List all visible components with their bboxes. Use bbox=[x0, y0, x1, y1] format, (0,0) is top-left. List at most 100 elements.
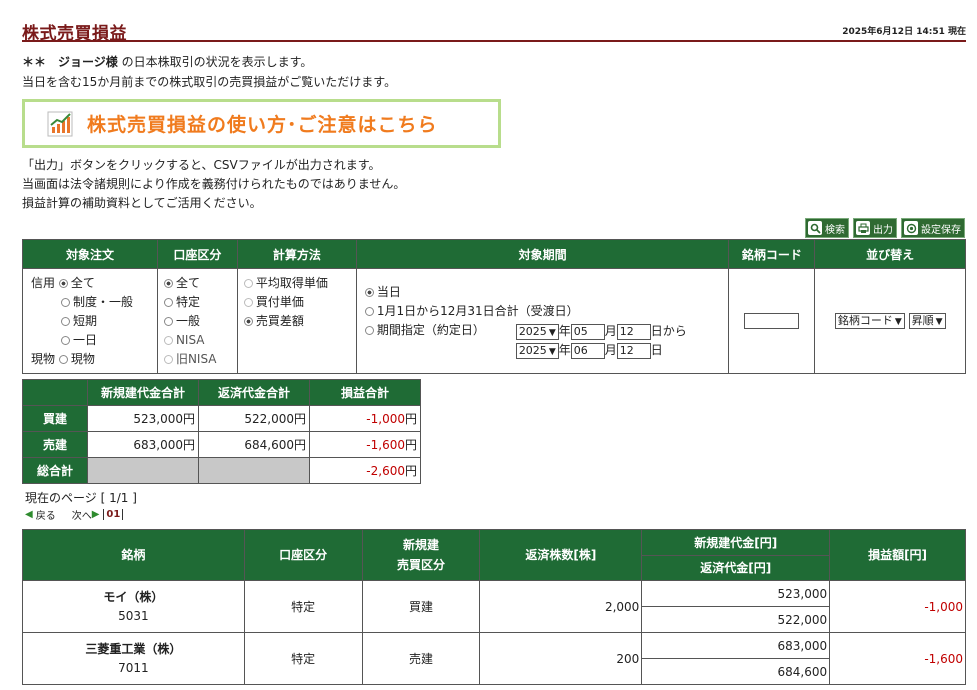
radio-calc-average[interactable] bbox=[243, 279, 253, 288]
stock-code: 7011 bbox=[118, 660, 149, 675]
radio-period-today[interactable] bbox=[364, 288, 374, 297]
search-button-label: 検索 bbox=[825, 224, 845, 236]
radio-order-standard[interactable] bbox=[61, 297, 70, 307]
select-value: 昇順 bbox=[911, 314, 934, 327]
radio-order-all[interactable] bbox=[58, 278, 68, 288]
from-year-select[interactable]: 2025 ▼ bbox=[515, 323, 559, 340]
calc-options: 平均取得単価 買付単価 売買差額 bbox=[236, 268, 357, 374]
repay-amount-cell: 684,600 bbox=[641, 658, 831, 685]
summary-row: 総合計 -2,600円 bbox=[22, 457, 421, 484]
credit-label: 信用 bbox=[31, 275, 56, 290]
radio-account-nisa[interactable] bbox=[163, 335, 173, 345]
chevron-down-icon: ▼ bbox=[548, 346, 556, 357]
help-banner-text: 株式売買損益の使い方･ご注意はこちら bbox=[87, 114, 438, 136]
radio-account-specific[interactable] bbox=[163, 297, 173, 307]
radio-account-general[interactable] bbox=[163, 316, 173, 326]
summary-new-total: 683,000円 bbox=[87, 431, 199, 458]
code-cell bbox=[728, 268, 816, 374]
col-account: 口座区分 bbox=[156, 239, 238, 269]
radio-period-range[interactable] bbox=[364, 326, 374, 335]
radio-account-old-nisa[interactable] bbox=[163, 354, 173, 364]
repay-amount-cell: 522,000 bbox=[641, 606, 831, 633]
to-month-input[interactable]: 06 bbox=[570, 342, 605, 359]
header-line: 新規建 bbox=[403, 538, 440, 552]
radio-calc-purchase[interactable] bbox=[243, 298, 253, 307]
output-button[interactable]: 出力 bbox=[853, 218, 897, 238]
stock-code: 5031 bbox=[118, 608, 149, 623]
radio-label: 一日 bbox=[73, 332, 98, 347]
next-arrow-icon: ▶ bbox=[91, 509, 100, 520]
radio-order-short[interactable] bbox=[61, 316, 70, 326]
summary-new-total: 523,000円 bbox=[87, 405, 199, 432]
radio-label: 当日 bbox=[376, 285, 401, 299]
unit-label: 日 bbox=[650, 343, 663, 357]
radio-account-all[interactable] bbox=[163, 278, 173, 288]
radio-label: 特定 bbox=[175, 294, 200, 309]
notes: 「出力」ボタンをクリックすると、CSVファイルが出力されます。 当画面は法令諸規… bbox=[22, 156, 405, 213]
yen-unit: 円 bbox=[182, 412, 195, 426]
col-calc: 計算方法 bbox=[236, 239, 357, 269]
unit-label: 年 bbox=[558, 343, 571, 357]
note-line: 損益計算の補助資料としてご活用ください。 bbox=[22, 196, 262, 210]
save-settings-button[interactable]: 設定保存 bbox=[901, 218, 965, 238]
to-year-select[interactable]: 2025 ▼ bbox=[515, 342, 559, 359]
search-button[interactable]: 検索 bbox=[805, 218, 849, 238]
sort-field-select[interactable]: 銘柄コード ▼ bbox=[834, 313, 905, 329]
output-button-label: 出力 bbox=[873, 224, 893, 236]
radio-label: 短期 bbox=[73, 313, 98, 328]
select-value: 2025 bbox=[518, 324, 547, 338]
from-month-input[interactable]: 05 bbox=[570, 323, 605, 340]
summary-col-new: 新規建代金合計 bbox=[87, 379, 199, 406]
summary-corner bbox=[22, 379, 88, 406]
page-header: 株式売買損益 2025年6月12日 14:51 現在 bbox=[22, 18, 966, 44]
radio-calc-difference[interactable] bbox=[243, 317, 253, 326]
yen-unit: 円 bbox=[404, 438, 417, 452]
pl-cell: -1,600 bbox=[829, 632, 966, 685]
intro-text: ＊＊ ジョージ様 の日本株取引の状況を表示します。 当日を含む15か月前までの株… bbox=[22, 52, 396, 92]
next-page-link[interactable]: 次へ bbox=[72, 507, 92, 522]
chevron-down-icon: ▼ bbox=[548, 327, 556, 338]
yen-unit: 円 bbox=[293, 412, 306, 426]
radio-label: 全て bbox=[70, 275, 95, 290]
account-cell: 特定 bbox=[243, 580, 363, 633]
select-value: 銘柄コード bbox=[837, 314, 893, 327]
pagination: ◀ 戻る 次へ ▶ 01 bbox=[25, 507, 124, 522]
printer-icon bbox=[856, 221, 870, 235]
prev-page-link[interactable]: 戻る bbox=[36, 507, 56, 522]
table-row: モイ（株） 5031 特定 買建 2,000 523,000 -1,000 bbox=[22, 580, 966, 633]
amount: 523,000 bbox=[133, 412, 183, 426]
yen-unit: 円 bbox=[293, 438, 306, 452]
radio-label: 買付単価 bbox=[255, 295, 304, 309]
radio-order-day[interactable] bbox=[61, 335, 70, 345]
yen-unit: 円 bbox=[182, 438, 195, 452]
summary-table: 新規建代金合計 返済代金合計 損益合計 買建 523,000円 522,000円… bbox=[22, 379, 421, 484]
page-number-link[interactable]: 01 bbox=[103, 509, 124, 520]
stock-code-input[interactable] bbox=[744, 313, 800, 329]
radio-period-year[interactable] bbox=[364, 307, 374, 316]
radio-label: 制度・一般 bbox=[73, 294, 134, 309]
yen-unit: 円 bbox=[404, 464, 417, 478]
radio-order-spot[interactable] bbox=[58, 354, 68, 364]
page-info: 現在のページ [ 1/1 ] bbox=[25, 491, 137, 505]
stock-name: 三菱重工業（株） bbox=[85, 641, 182, 656]
amount: 684,600 bbox=[244, 438, 294, 452]
radio-label: 期間指定（約定日） bbox=[376, 323, 485, 337]
radio-label: 一般 bbox=[175, 313, 200, 328]
unit-label: 月 bbox=[604, 324, 617, 338]
stock-name: モイ（株） bbox=[103, 589, 164, 604]
summary-col-pl: 損益合計 bbox=[309, 379, 421, 406]
to-day-input[interactable]: 12 bbox=[616, 342, 651, 359]
summary-pl: -2,600円 bbox=[309, 457, 421, 484]
sort-cell: 銘柄コード ▼ 昇順 ▼ bbox=[814, 268, 966, 374]
col-code: 銘柄コード bbox=[728, 239, 816, 269]
radio-label: 現物 bbox=[70, 351, 95, 366]
radio-label: 平均取得単価 bbox=[255, 276, 328, 290]
sort-order-select[interactable]: 昇順 ▼ bbox=[908, 313, 946, 329]
pl-cell: -1,000 bbox=[829, 580, 966, 633]
help-banner-link[interactable]: 株式売買損益の使い方･ご注意はこちら bbox=[22, 99, 501, 148]
stock-cell: モイ（株） 5031 bbox=[22, 580, 245, 633]
col-trade-type: 新規建 売買区分 bbox=[361, 529, 481, 581]
from-day-input[interactable]: 12 bbox=[616, 323, 651, 340]
timestamp: 2025年6月12日 14:51 現在 bbox=[842, 27, 966, 37]
stock-cell: 三菱重工業（株） 7011 bbox=[22, 632, 245, 685]
